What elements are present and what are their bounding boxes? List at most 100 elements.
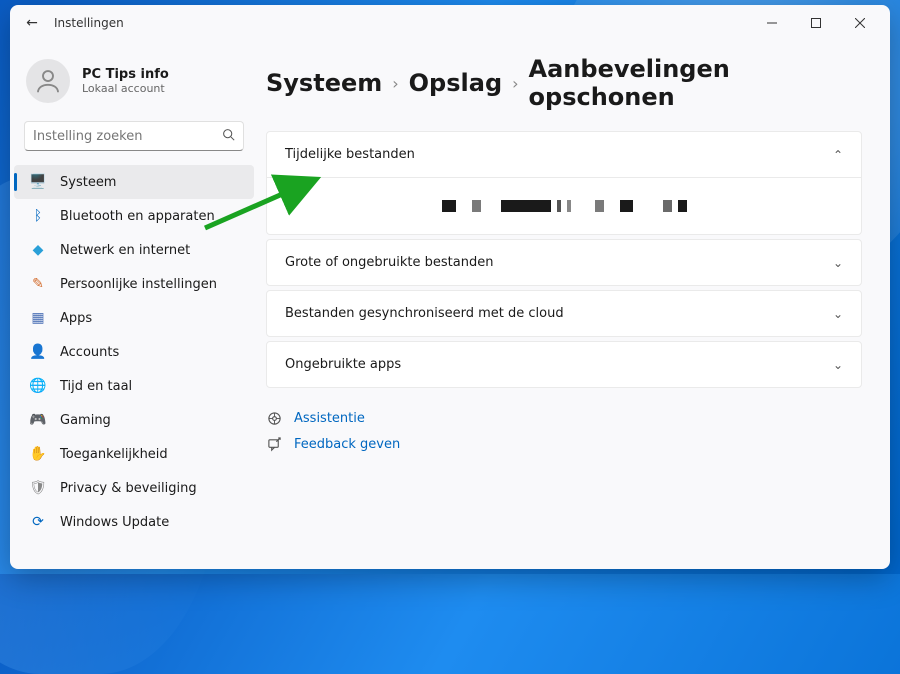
search-box[interactable] [24, 121, 244, 151]
feedback-icon [266, 436, 282, 452]
feedback-link[interactable]: Feedback geven [294, 437, 400, 452]
maximize-button[interactable] [794, 9, 838, 37]
section-header[interactable]: Tijdelijke bestanden ⌃ [267, 132, 861, 178]
avatar [26, 59, 70, 103]
nav-icon: ◆ [30, 242, 46, 258]
nav-icon: ✎ [30, 276, 46, 292]
close-button[interactable] [838, 9, 882, 37]
minimize-icon [767, 18, 777, 28]
sidebar-item-windows-update[interactable]: ⟳ Windows Update [14, 505, 254, 539]
nav-label: Windows Update [60, 515, 169, 530]
nav-icon: ⟳ [30, 514, 46, 530]
settings-window: ← Instellingen PC Tips info Lokaal accou [10, 5, 890, 569]
section-title: Tijdelijke bestanden [285, 147, 415, 162]
section-title: Bestanden gesynchroniseerd met de cloud [285, 306, 564, 321]
nav-label: Systeem [60, 175, 116, 190]
chevron-right-icon: › [392, 74, 398, 93]
nav-label: Netwerk en internet [60, 243, 190, 258]
section-card: Tijdelijke bestanden ⌃ [266, 131, 862, 235]
sidebar-item-toegankelijkheid[interactable]: ✋Toegankelijkheid [14, 437, 254, 471]
window-body: PC Tips info Lokaal account 🖥️ Systeem ᛒ Bl… [10, 41, 890, 569]
close-icon [855, 18, 865, 28]
redacted-block [487, 200, 495, 212]
support-link[interactable]: Assistentie [294, 411, 365, 426]
nav-label: Bluetooth en apparaten [60, 209, 215, 224]
section-body [267, 178, 861, 234]
minimize-button[interactable] [750, 9, 794, 37]
redacted-block [639, 200, 657, 212]
nav-label: Persoonlijke instellingen [60, 277, 217, 292]
sidebar-item-systeem[interactable]: 🖥️ Systeem [14, 165, 254, 199]
user-subtitle: Lokaal account [82, 82, 169, 95]
sidebar-item-gaming[interactable]: 🎮 Gaming [14, 403, 254, 437]
back-button[interactable]: ← [18, 9, 46, 37]
feedback-link-row: Feedback geven [266, 436, 862, 452]
nav-label: Apps [60, 311, 92, 326]
section-header[interactable]: Grote of ongebruikte bestanden ⌄ [267, 240, 861, 285]
breadcrumb-systeem[interactable]: Systeem [266, 69, 382, 97]
nav-icon: 🛡 [30, 480, 46, 496]
breadcrumb: Systeem › Opslag › Aanbevelingen opschon… [266, 55, 862, 111]
nav-list: 🖥️ Systeem ᛒ Bluetooth en apparaten ◆ Netwerk… [10, 165, 258, 539]
nav-label: Tijd en taal [60, 379, 132, 394]
redacted-block [678, 200, 687, 212]
redacted-block [557, 200, 561, 212]
redacted-block [663, 200, 672, 212]
content-area: Systeem › Opslag › Aanbevelingen opschon… [258, 41, 890, 569]
nav-icon: 👤 [30, 344, 46, 360]
search-input[interactable] [33, 129, 222, 144]
footer-links: Assistentie Feedback geven [266, 410, 862, 452]
section-header[interactable]: Bestanden gesynchroniseerd met de cloud ⌄ [267, 291, 861, 336]
sidebar: PC Tips info Lokaal account 🖥️ Systeem ᛒ Bl… [10, 41, 258, 569]
chevron-down-icon: ⌄ [833, 256, 843, 270]
section-card: Bestanden gesynchroniseerd met de cloud ⌄ [266, 290, 862, 337]
nav-label: Gaming [60, 413, 111, 428]
nav-icon: 🌐 [30, 378, 46, 394]
window-controls [750, 9, 882, 37]
nav-label: Privacy & beveiliging [60, 481, 197, 496]
sidebar-item-tijd-en-taal[interactable]: 🌐 Tijd en taal [14, 369, 254, 403]
chevron-down-icon: ⌄ [833, 307, 843, 321]
nav-label: Accounts [60, 345, 119, 360]
titlebar: ← Instellingen [10, 5, 890, 41]
sidebar-item-persoonlijke-instellingen[interactable]: ✎ Persoonlijke instellingen [14, 267, 254, 301]
nav-icon: ▦ [30, 310, 46, 326]
nav-icon: 🎮 [30, 412, 46, 428]
nav-icon: 🖥️ [30, 174, 46, 190]
section-title: Grote of ongebruikte bestanden [285, 255, 493, 270]
section-card: Ongebruikte apps ⌄ [266, 341, 862, 388]
search-row [10, 113, 258, 159]
window-title: Instellingen [54, 16, 124, 30]
support-link-row: Assistentie [266, 410, 862, 426]
section-header[interactable]: Ongebruikte apps ⌄ [267, 342, 861, 387]
redacted-block [442, 200, 456, 212]
search-icon [222, 128, 235, 145]
sidebar-item-bluetooth-en-apparaten[interactable]: ᛒ Bluetooth en apparaten [14, 199, 254, 233]
breadcrumb-opslag[interactable]: Opslag [409, 69, 502, 97]
person-icon [33, 66, 63, 96]
sidebar-item-accounts[interactable]: 👤 Accounts [14, 335, 254, 369]
sidebar-item-netwerk-en-internet[interactable]: ◆ Netwerk en internet [14, 233, 254, 267]
maximize-icon [811, 18, 821, 28]
redacted-block [620, 200, 633, 212]
redacted-block [577, 200, 589, 212]
redacted-block [595, 200, 604, 212]
breadcrumb-current: Aanbevelingen opschonen [529, 55, 862, 111]
chevron-down-icon: ⌄ [833, 358, 843, 372]
redacted-block [567, 200, 571, 212]
support-icon [266, 410, 282, 426]
section-title: Ongebruikte apps [285, 357, 401, 372]
redacted-block [610, 200, 614, 212]
chevron-up-icon: ⌃ [833, 148, 843, 162]
section-card: Grote of ongebruikte bestanden ⌄ [266, 239, 862, 286]
user-info: PC Tips info Lokaal account [82, 67, 169, 95]
chevron-right-icon: › [512, 74, 518, 93]
nav-icon: ✋ [30, 446, 46, 462]
sidebar-item-apps[interactable]: ▦ Apps [14, 301, 254, 335]
user-account-row[interactable]: PC Tips info Lokaal account [10, 49, 258, 113]
sidebar-item-privacy-beveiliging[interactable]: 🛡 Privacy & beveiliging [14, 471, 254, 505]
redacted-block [501, 200, 551, 212]
nav-icon: ᛒ [30, 208, 46, 224]
redacted-block [462, 200, 466, 212]
redacted-block [472, 200, 481, 212]
